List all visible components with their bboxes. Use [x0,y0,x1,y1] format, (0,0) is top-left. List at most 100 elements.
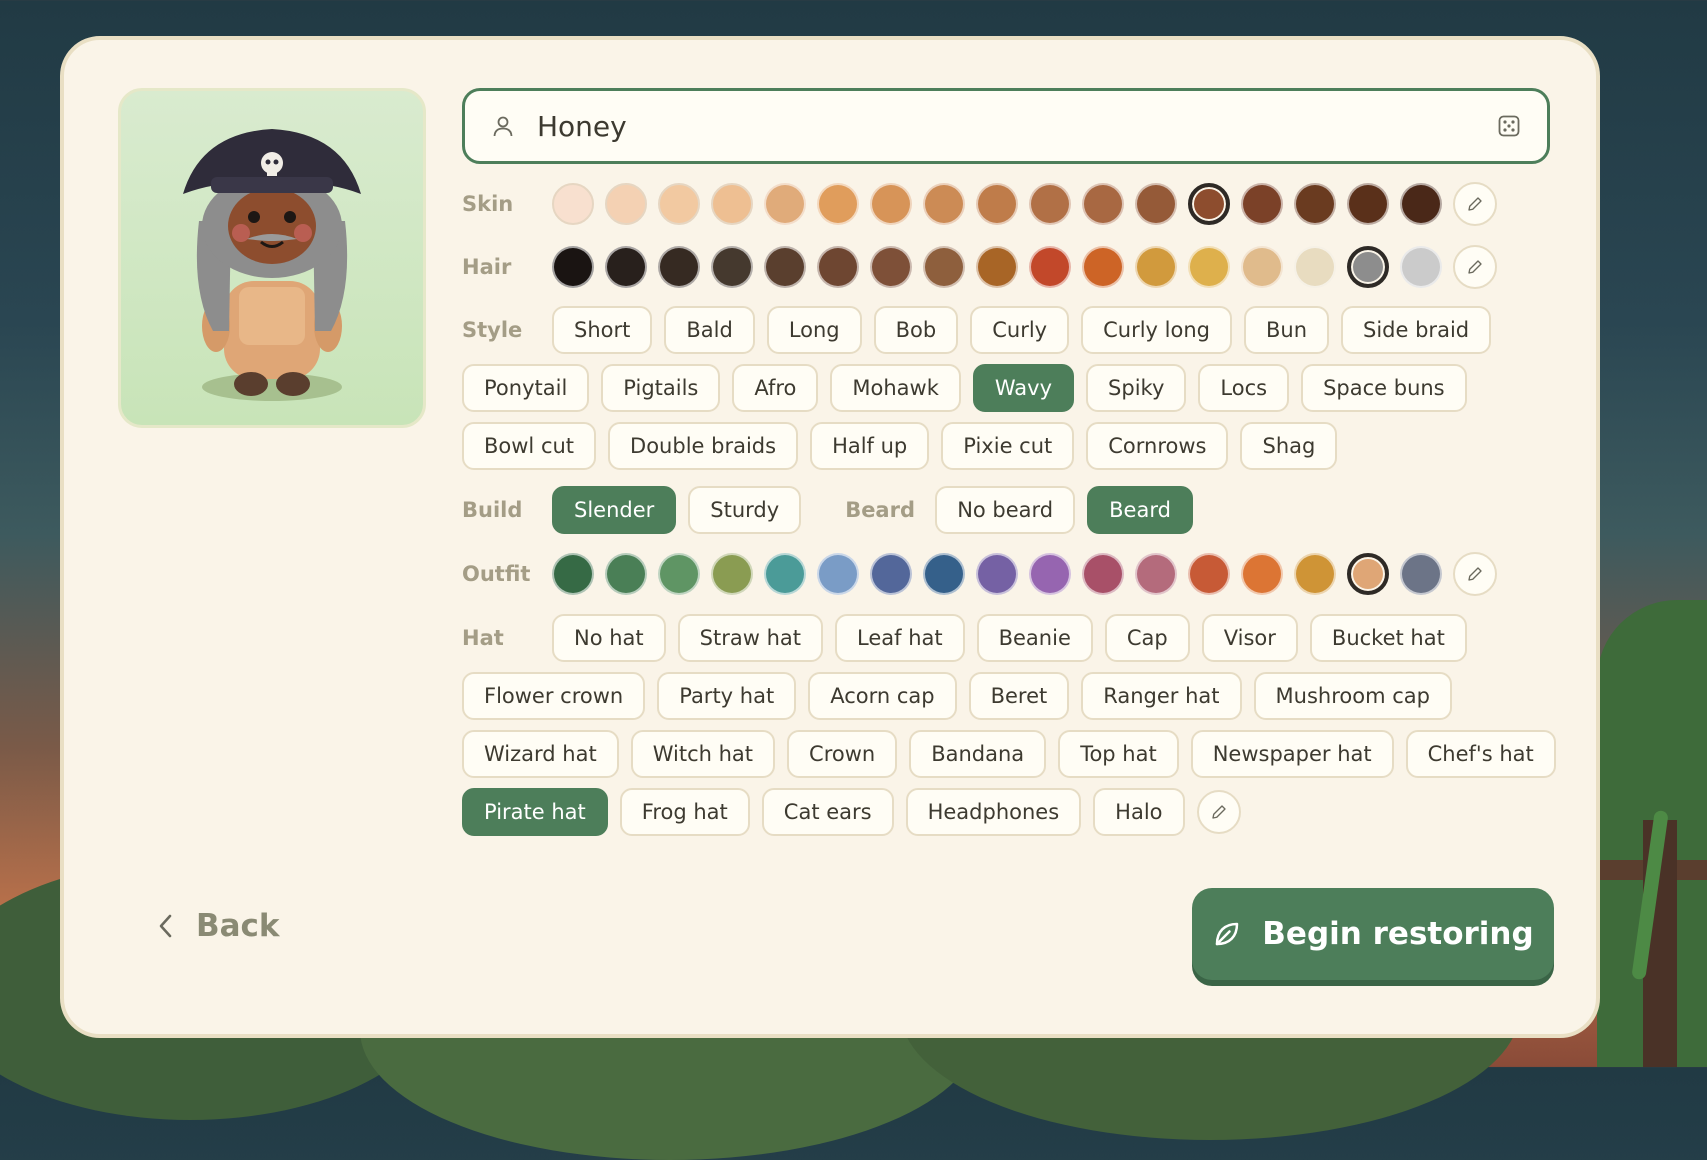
hair-swatch[interactable] [605,246,647,288]
hat-option[interactable]: Visor [1201,614,1298,662]
outfit-swatch[interactable] [870,553,912,595]
skin-swatch[interactable] [711,183,753,225]
skin-swatch[interactable] [1082,183,1124,225]
hat-option[interactable]: Halo [1093,788,1185,836]
skin-custom-button[interactable] [1453,182,1497,226]
hair-swatch[interactable] [658,246,700,288]
hat-option[interactable]: Witch hat [630,730,776,778]
style-option[interactable]: Afro [732,364,819,412]
hat-custom-button[interactable] [1196,790,1241,834]
hat-option[interactable]: No hat [552,614,666,662]
hair-swatch[interactable] [1400,246,1442,288]
style-option[interactable]: Spiky [1086,364,1187,412]
hat-option[interactable]: Cap [1104,614,1190,662]
hat-option[interactable]: Crown [787,730,898,778]
outfit-swatch[interactable] [1029,553,1071,595]
outfit-swatch[interactable] [1082,553,1124,595]
outfit-swatch[interactable] [817,553,859,595]
name-input[interactable] [535,108,1497,144]
beard-option[interactable]: Beard [1087,486,1193,534]
hat-option[interactable]: Bucket hat [1309,614,1467,662]
skin-swatch[interactable] [1347,183,1389,225]
style-option[interactable]: Double braids [608,422,799,470]
hair-swatch[interactable] [1241,246,1283,288]
hair-swatch[interactable] [870,246,912,288]
hair-swatch[interactable] [1294,246,1336,288]
hat-option[interactable]: Acorn cap [808,672,957,720]
hat-option[interactable]: Flower crown [462,672,646,720]
hair-swatch[interactable] [711,246,753,288]
outfit-swatch[interactable] [1400,553,1442,595]
skin-swatch[interactable] [1294,183,1336,225]
build-option[interactable]: Slender [552,486,677,534]
style-option[interactable]: Curly long [1081,306,1232,354]
style-option[interactable]: Mohawk [830,364,961,412]
hair-swatch[interactable] [764,246,806,288]
style-option[interactable]: Bowl cut [462,422,597,470]
hair-swatch[interactable] [1347,246,1389,288]
back-button[interactable]: Back [156,908,280,944]
hat-option[interactable]: Cat ears [761,788,894,836]
hat-option[interactable]: Headphones [905,788,1082,836]
outfit-swatch[interactable] [764,553,806,595]
style-option[interactable]: Bald [664,306,755,354]
hat-option[interactable]: Bandana [909,730,1047,778]
style-option[interactable]: Curly [970,306,1070,354]
skin-swatch[interactable] [1135,183,1177,225]
style-option[interactable]: Long [766,306,862,354]
outfit-swatch[interactable] [923,553,965,595]
skin-swatch[interactable] [1241,183,1283,225]
outfit-swatch[interactable] [1135,553,1177,595]
skin-swatch[interactable] [976,183,1018,225]
skin-swatch[interactable] [1029,183,1071,225]
style-option[interactable]: Bun [1243,306,1330,354]
style-option[interactable]: Pigtails [601,364,721,412]
dice-icon[interactable] [1497,114,1521,138]
outfit-swatch[interactable] [711,553,753,595]
outfit-swatch[interactable] [1241,553,1283,595]
hat-option[interactable]: Top hat [1058,730,1179,778]
build-option[interactable]: Sturdy [688,486,802,534]
skin-swatch[interactable] [764,183,806,225]
skin-swatch[interactable] [605,183,647,225]
hat-option[interactable]: Beret [968,672,1070,720]
begin-restoring-button[interactable]: Begin restoring [1192,888,1554,980]
hat-option[interactable]: Chef's hat [1405,730,1556,778]
hat-option[interactable]: Party hat [657,672,797,720]
style-option[interactable]: Half up [810,422,930,470]
style-option[interactable]: Locs [1198,364,1290,412]
hair-swatch[interactable] [923,246,965,288]
outfit-swatch[interactable] [1294,553,1336,595]
hat-option[interactable]: Pirate hat [462,788,608,836]
hair-custom-button[interactable] [1453,245,1497,289]
style-option[interactable]: Ponytail [462,364,590,412]
skin-swatch[interactable] [923,183,965,225]
skin-swatch[interactable] [870,183,912,225]
hair-swatch[interactable] [817,246,859,288]
style-option[interactable]: Pixie cut [941,422,1075,470]
beard-option[interactable]: No beard [935,486,1076,534]
style-option[interactable]: Cornrows [1086,422,1229,470]
skin-swatch[interactable] [552,183,594,225]
hair-swatch[interactable] [552,246,594,288]
hair-swatch[interactable] [1135,246,1177,288]
hat-option[interactable]: Mushroom cap [1253,672,1452,720]
style-option[interactable]: Short [552,306,653,354]
skin-swatch[interactable] [658,183,700,225]
skin-swatch[interactable] [1188,183,1230,225]
outfit-swatch[interactable] [976,553,1018,595]
outfit-swatch[interactable] [605,553,647,595]
hat-option[interactable]: Beanie [976,614,1093,662]
hair-swatch[interactable] [976,246,1018,288]
skin-swatch[interactable] [1400,183,1442,225]
hat-option[interactable]: Leaf hat [835,614,965,662]
hair-swatch[interactable] [1082,246,1124,288]
hair-swatch[interactable] [1188,246,1230,288]
hat-option[interactable]: Newspaper hat [1190,730,1394,778]
style-option[interactable]: Bob [873,306,959,354]
outfit-swatch[interactable] [1347,553,1389,595]
style-option[interactable]: Space buns [1301,364,1467,412]
style-option[interactable]: Side braid [1341,306,1492,354]
hat-option[interactable]: Wizard hat [462,730,619,778]
outfit-swatch[interactable] [552,553,594,595]
